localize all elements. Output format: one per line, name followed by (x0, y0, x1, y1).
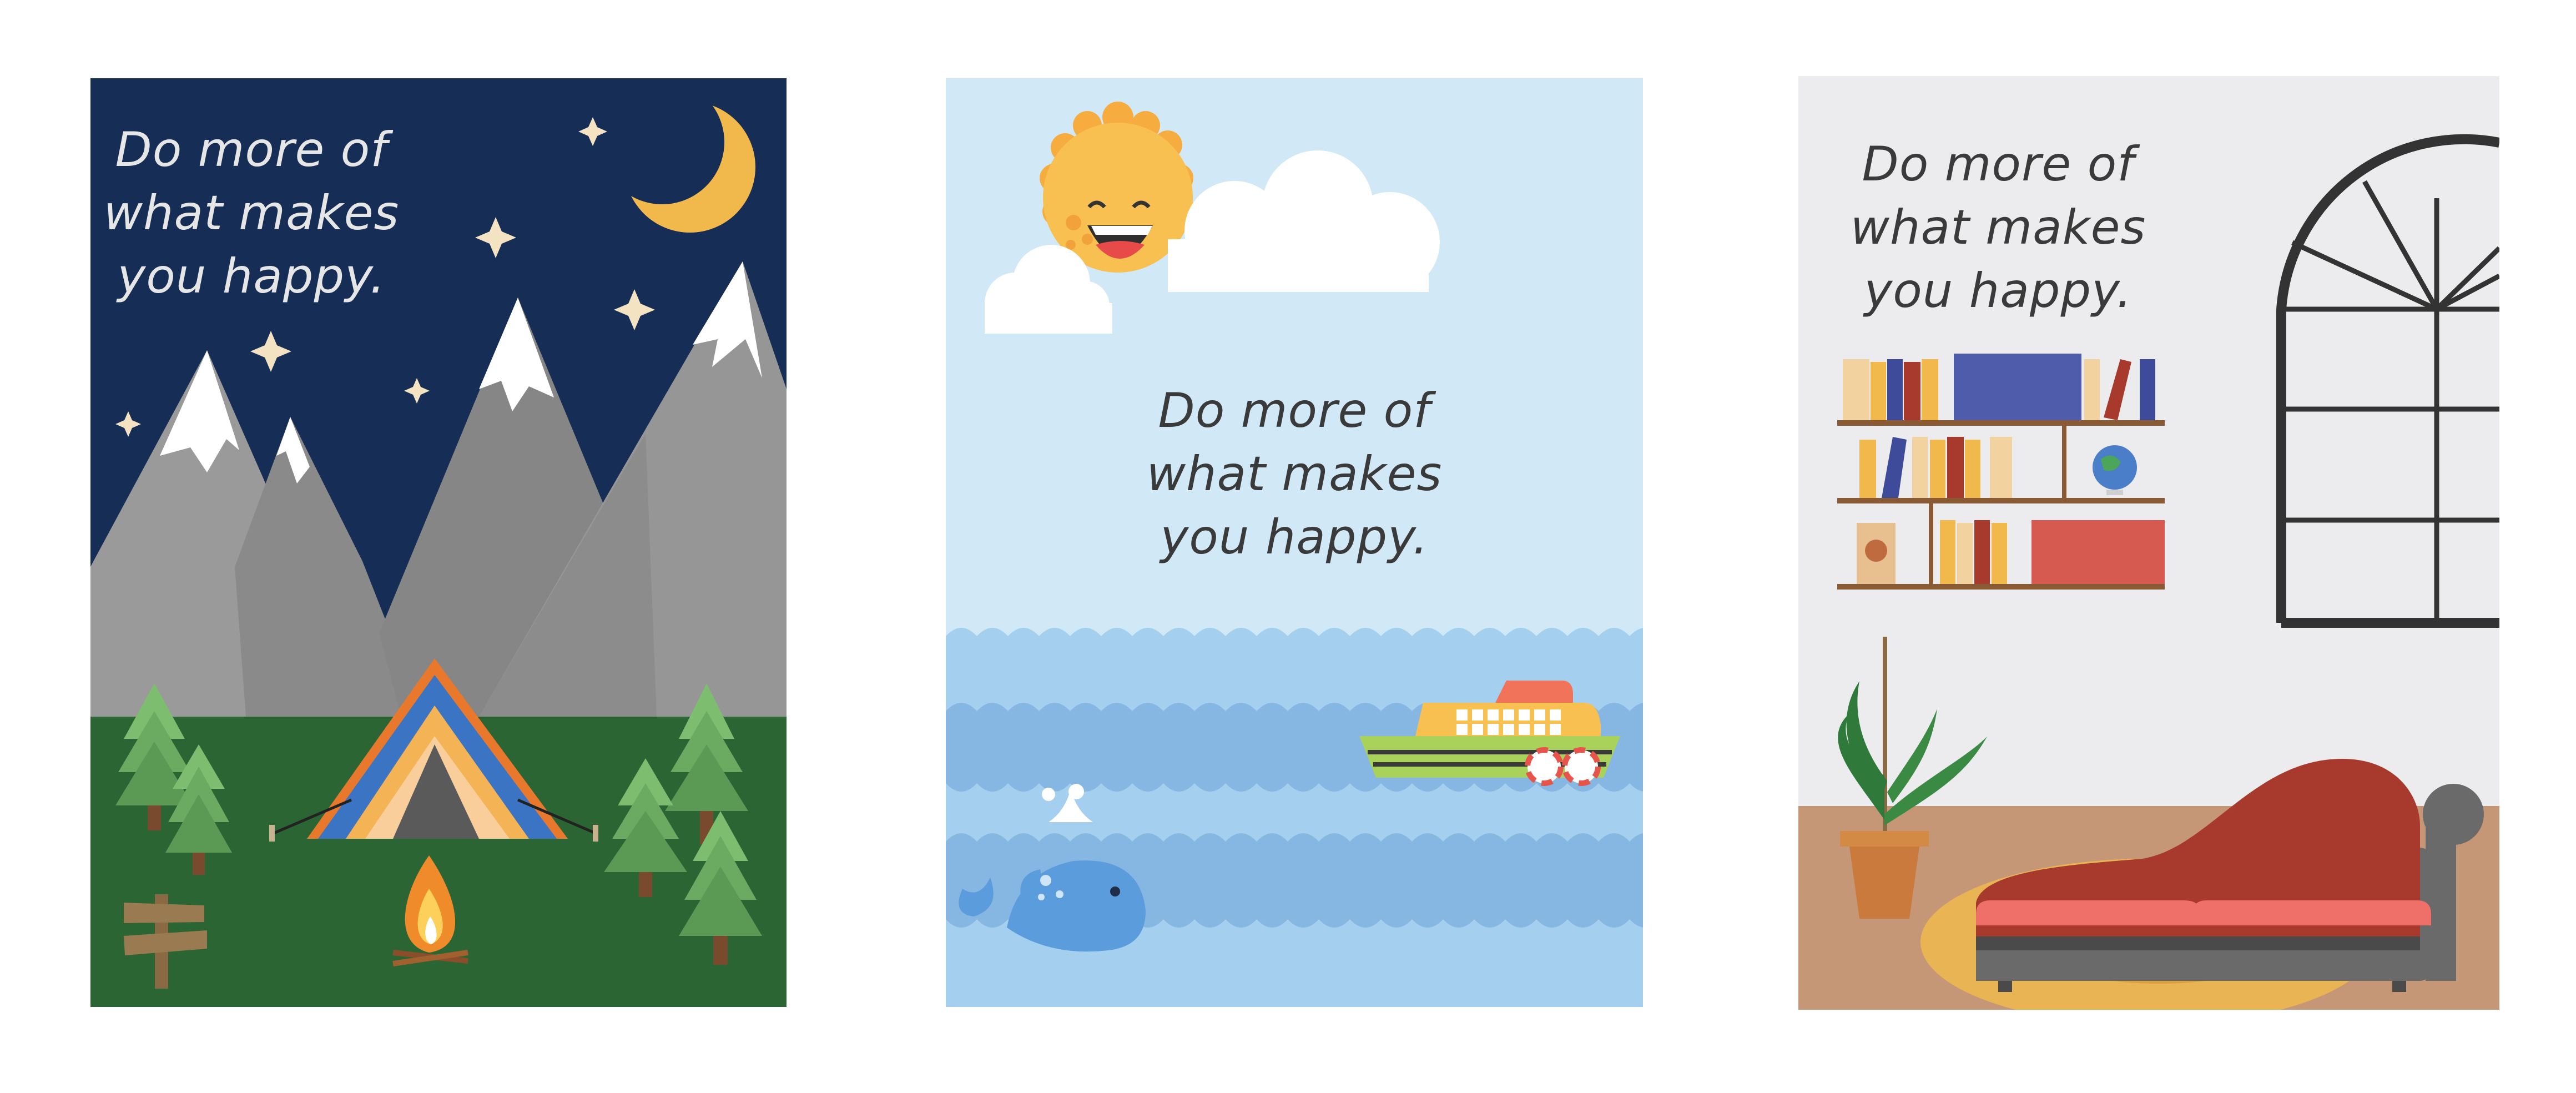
poster-card-camping: Do more of what makes you happy. (90, 78, 787, 1007)
quote-text: Do more of what makes you happy. (103, 122, 400, 304)
poster-card-sea: Do more of what makes you happy. (946, 78, 1643, 1007)
quote-text: Do more of what makes you happy. (1850, 137, 2146, 319)
quote-text: Do more of what makes you happy. (1146, 383, 1443, 565)
poster-card-living-room: Do more of what makes you happy. (1798, 76, 2499, 1010)
